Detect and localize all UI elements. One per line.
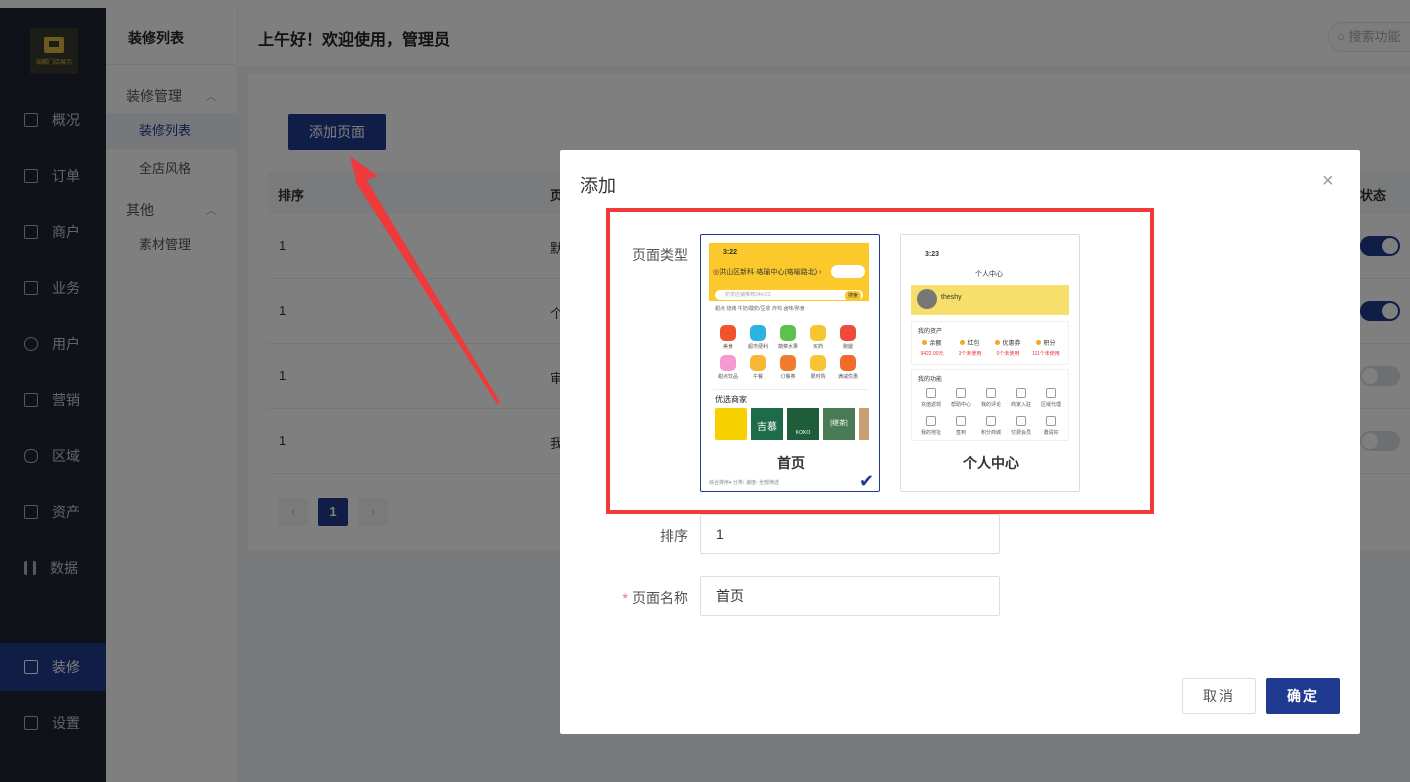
required-mark: * (622, 590, 628, 606)
preview-search: 奶茶店铺推荐24hr23 搜索 (714, 289, 864, 301)
preview-time: 3:23 (925, 251, 940, 258)
sort-label: 排序 (660, 528, 688, 544)
preview-category-grid: 美食 超市便利 蔬菜水果 买药 跑腿 甜点饮品 午餐 订餐券 限时购 满减优惠 (713, 325, 865, 385)
grid-item: 美食 (713, 325, 743, 350)
merchant-tile-icon (715, 408, 747, 440)
grid-label: 美食 (722, 344, 733, 350)
grid-label: 甜点饮品 (717, 374, 738, 380)
preview-username: theshy (941, 294, 962, 301)
preview-sort-bar: 综合排序▾ 分类› 速度› 全部筛选 (709, 480, 780, 486)
function-item: 付费会员 (1006, 416, 1036, 436)
function-label: 积分商城 (980, 430, 1001, 436)
dialog-title: 添加 (580, 176, 616, 196)
asset-label: 优惠券 (1002, 341, 1021, 347)
add-page-dialog: 添加 × 页面类型 3:22 ◎洪山区新科·珞瑜中心(珞喻路北) › 奶茶店铺推… (560, 150, 1360, 734)
asset-item: 余额 9422.00元 (914, 338, 950, 357)
check-icon: ✔ (859, 471, 875, 491)
card-name: 首页 (777, 455, 805, 471)
page-type-card-home[interactable]: 3:22 ◎洪山区新科·珞瑜中心(珞喻路北) › 奶茶店铺推荐24hr23 搜索 … (700, 234, 880, 492)
grid-item: 跑腿 (833, 325, 863, 350)
preview-tags: 甜点 烧烤 牛奶/酸奶/豆浆 炸鸡 卤味/熟食 (715, 306, 805, 312)
preview-search-text: 奶茶店铺推荐24hr23 (725, 292, 771, 298)
asset-item: 红包 3个未使用 (952, 338, 988, 357)
merchant-tile: KOKO (787, 408, 819, 440)
merchant-tile-icon (859, 408, 869, 440)
function-item: 帮助中心 (946, 388, 976, 408)
grid-item: 限时购 (803, 355, 833, 380)
grid-label: 买药 (812, 344, 823, 350)
preview-location: ◎洪山区新科·珞瑜中心(珞喻路北) › (713, 269, 822, 276)
confirm-button[interactable]: 确定 (1266, 678, 1340, 714)
function-label: 我的评论 (980, 402, 1001, 408)
merchant-tile: |继茶| (823, 408, 855, 440)
page-type-card-profile[interactable]: 3:23 个人中心 theshy 我的资产 余额 9422.00元 红包 3个未使用… (900, 234, 1080, 492)
function-label: 充值返现 (920, 402, 941, 408)
page-name-label: * 页面名称 (588, 588, 688, 608)
function-label: 区域代理 (1040, 402, 1061, 408)
grid-item: 买药 (803, 325, 833, 350)
preview-user-bar: theshy (911, 285, 1069, 315)
page-name-input[interactable]: 首页 (700, 576, 1000, 616)
preview-search-button: 搜索 (844, 291, 861, 301)
asset-item: 优惠券 0个未使用 (990, 338, 1026, 357)
function-item: 区域代理 (1036, 388, 1066, 408)
assets-title: 我的资产 (918, 329, 943, 335)
grid-label: 超市便利 (747, 344, 768, 350)
merchant-tile: 吉慕 (751, 408, 783, 440)
asset-value: 0个未使用 (996, 351, 1020, 357)
miniapp-capsule-icon (831, 265, 865, 278)
preview-header-title: 个人中心 (975, 271, 1003, 278)
grid-item: 蔬菜水果 (773, 325, 803, 350)
grid-item: 订餐券 (773, 355, 803, 380)
grid-label: 午餐 (752, 374, 763, 380)
function-label: 商家入驻 (1010, 402, 1031, 408)
avatar (917, 289, 937, 309)
preview-featured-section: 优选商家 吉慕 KOKO |继茶| (713, 389, 869, 443)
cancel-button[interactable]: 取消 (1182, 678, 1256, 714)
home-preview: 3:22 ◎洪山区新科·珞瑜中心(珞喻路北) › 奶茶店铺推荐24hr23 搜索 … (709, 243, 869, 440)
grid-item: 甜点饮品 (713, 355, 743, 380)
grid-label: 限时购 (810, 374, 826, 380)
featured-title: 优选商家 (715, 395, 747, 404)
function-item: 充值返现 (916, 388, 946, 408)
profile-preview: 3:23 个人中心 theshy 我的资产 余额 9422.00元 红包 3个未使用… (909, 243, 1069, 453)
function-item: 商家入驻 (1006, 388, 1036, 408)
asset-value: 111个未使用 (1032, 351, 1060, 357)
asset-label: 余额 (929, 341, 942, 347)
grid-item: 午餐 (743, 355, 773, 380)
preview-functions-section: 我的功能 充值返现 帮助中心 我的评论 商家入驻 区域代理 我的地址 签到 积分… (911, 369, 1069, 441)
card-name: 个人中心 (963, 455, 1019, 471)
grid-label: 订餐券 (780, 374, 796, 380)
asset-value: 3个未使用 (958, 351, 982, 357)
close-icon[interactable]: × (1322, 170, 1334, 193)
asset-label: 红包 (967, 341, 980, 347)
function-item: 积分商城 (976, 416, 1006, 436)
sort-input[interactable]: 1 (700, 514, 1000, 554)
function-label: 签到 (955, 430, 966, 436)
function-item: 我的地址 (916, 416, 946, 436)
function-label: 帮助中心 (950, 402, 971, 408)
function-item: 我的评论 (976, 388, 1006, 408)
grid-label: 跑腿 (842, 344, 853, 350)
function-label: 我的地址 (920, 430, 941, 436)
function-label: 邀请好 (1043, 430, 1059, 436)
preview-time: 3:22 (723, 249, 738, 256)
asset-label: 积分 (1043, 341, 1056, 347)
asset-value: 9422.00元 (920, 351, 944, 357)
preview-assets-section: 我的资产 余额 9422.00元 红包 3个未使用 优惠券 0个未使用 积分 111个未… (911, 321, 1069, 365)
function-item: 签到 (946, 416, 976, 436)
function-item: 邀请好 (1036, 416, 1066, 436)
function-label: 付费会员 (1010, 430, 1031, 436)
grid-label: 蔬菜水果 (777, 344, 798, 350)
grid-item: 超市便利 (743, 325, 773, 350)
page-name-label-text: 页面名称 (632, 590, 688, 606)
grid-item: 满减优惠 (833, 355, 863, 380)
asset-item: 积分 111个未使用 (1028, 338, 1064, 357)
grid-label: 满减优惠 (837, 374, 858, 380)
functions-title: 我的功能 (918, 377, 943, 383)
page-type-label: 页面类型 (632, 247, 688, 263)
